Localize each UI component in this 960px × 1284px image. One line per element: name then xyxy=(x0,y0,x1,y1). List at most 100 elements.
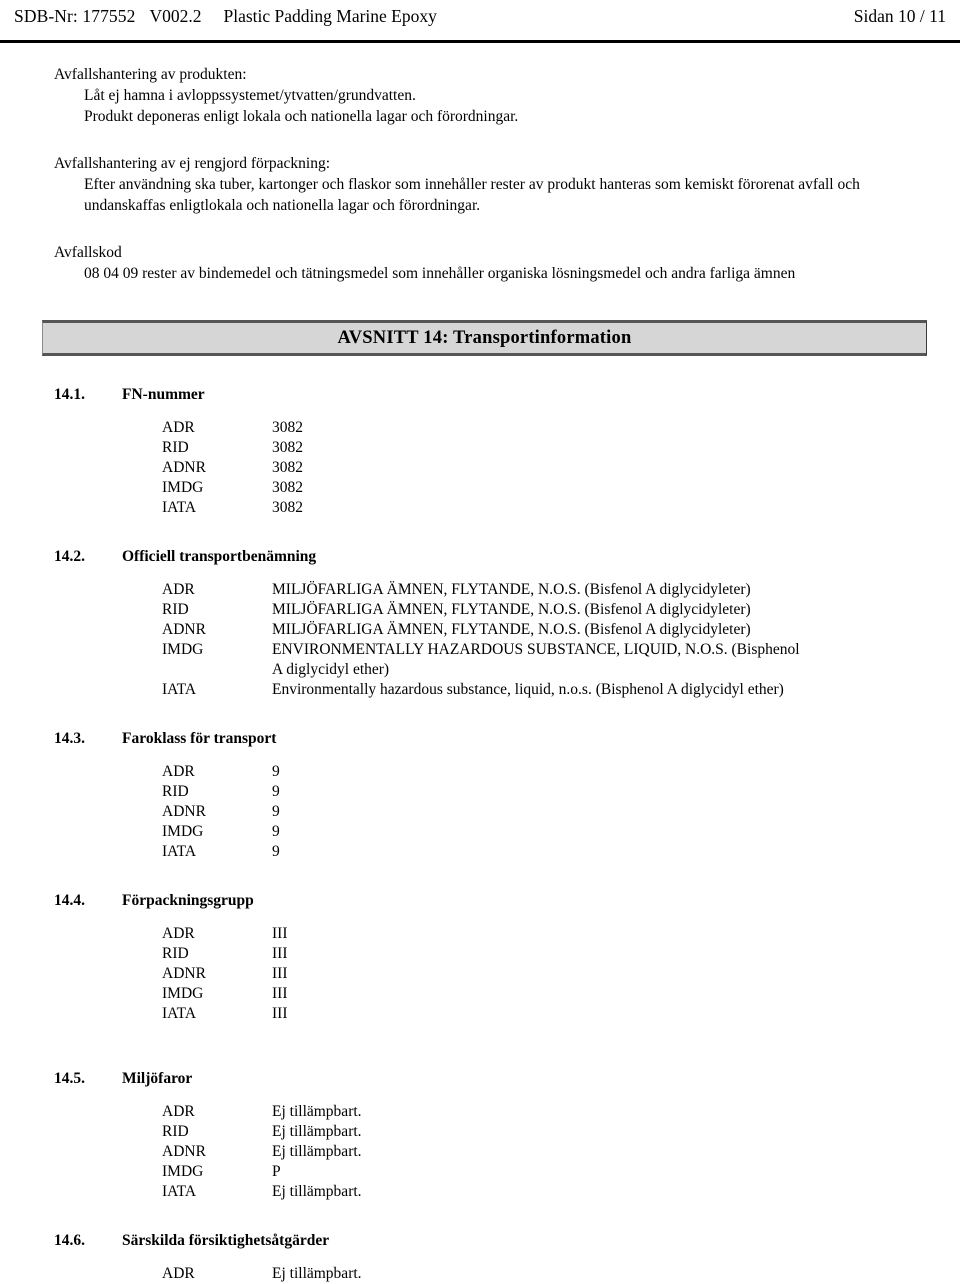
row-key: RID xyxy=(162,601,189,618)
header-divider-rule xyxy=(0,40,960,43)
row-key: ADR xyxy=(162,1265,195,1282)
document-version: V002.2 xyxy=(149,6,202,26)
row-key: IATA xyxy=(162,1183,197,1200)
subsection-14-4-heading: 14.4. Förpackningsgrupp xyxy=(14,892,946,910)
section-14-title: AVSNITT 14: Transportinformation xyxy=(337,327,632,348)
row-value: MILJÖFARLIGA ÄMNEN, FLYTANDE, N.O.S. (Bi… xyxy=(272,581,751,598)
row-key: ADR xyxy=(162,925,195,942)
subsection-14-6-title: Särskilda försiktighetsåtgärder xyxy=(122,1232,330,1249)
table-row: IATA Ej tillämpbart. xyxy=(162,1182,946,1202)
table-row: ADR 9 xyxy=(162,762,946,782)
row-value: III xyxy=(272,925,288,942)
row-key: ADR xyxy=(162,581,195,598)
product-disposal-heading: Avfallshantering av produkten: xyxy=(54,66,247,83)
row-value: 3082 xyxy=(272,419,303,436)
row-value: Ej tillämpbart. xyxy=(272,1103,362,1120)
subsection-14-6-rows: ADR Ej tillämpbart. xyxy=(162,1264,946,1284)
row-key: ADR xyxy=(162,763,195,780)
row-value: 3082 xyxy=(272,479,303,496)
row-key: ADNR xyxy=(162,803,206,820)
row-key: IATA xyxy=(162,843,197,860)
subsection-14-4-title: Förpackningsgrupp xyxy=(122,892,254,909)
table-row: IATA Environmentally hazardous substance… xyxy=(162,680,946,700)
row-value: P xyxy=(272,1163,281,1180)
packaging-disposal-heading: Avfallshantering av ej rengjord förpackn… xyxy=(54,155,331,172)
row-value: III xyxy=(272,1005,288,1022)
document-body: Avfallshantering av produkten: Låt ej ha… xyxy=(0,64,960,1284)
row-key: IATA xyxy=(162,499,197,516)
table-row: RID 3082 xyxy=(162,438,946,458)
row-key: RID xyxy=(162,783,189,800)
table-row: IMDG P xyxy=(162,1162,946,1182)
section-14-banner: AVSNITT 14: Transportinformation xyxy=(42,320,927,356)
row-value: III xyxy=(272,945,288,962)
table-row: IMDG III xyxy=(162,984,946,1004)
row-value: MILJÖFARLIGA ÄMNEN, FLYTANDE, N.O.S. (Bi… xyxy=(272,601,751,618)
table-row: IATA III xyxy=(162,1004,946,1024)
waste-code-heading: Avfallskod xyxy=(54,244,122,261)
page-header: SDB-Nr: 177552 V002.2 Plastic Padding Mari… xyxy=(0,0,960,42)
sdb-number: SDB-Nr: 177552 xyxy=(14,6,136,26)
row-value: 3082 xyxy=(272,499,303,516)
subsection-14-2-title: Officiell transportbenämning xyxy=(122,548,317,565)
row-key: IMDG xyxy=(162,479,204,496)
row-value: 3082 xyxy=(272,459,303,476)
row-key: IATA xyxy=(162,1005,197,1022)
subsection-14-3: 14.3. Faroklass för transport ADR 9 RID … xyxy=(14,730,946,862)
subsection-14-6: 14.6. Särskilda försiktighetsåtgärder AD… xyxy=(14,1232,946,1284)
row-key: ADNR xyxy=(162,459,206,476)
table-row: ADR 3082 xyxy=(162,418,946,438)
subsection-14-2: 14.2. Officiell transportbenämning ADR M… xyxy=(14,548,946,700)
subsection-14-5-rows: ADR Ej tillämpbart. RID Ej tillämpbart. … xyxy=(162,1102,946,1202)
table-row: RID 9 xyxy=(162,782,946,802)
table-row: ADR Ej tillämpbart. xyxy=(162,1102,946,1122)
header-left-text: SDB-Nr: 177552 V002.2 Plastic Padding Mari… xyxy=(14,0,437,27)
subsection-14-3-number: 14.3. xyxy=(54,730,85,747)
subsection-14-1: 14.1. FN-nummer ADR 3082 RID 3082 ADNR 3… xyxy=(14,386,946,518)
row-value: Ej tillämpbart. xyxy=(272,1265,362,1282)
product-disposal-block: Avfallshantering av produkten: Låt ej ha… xyxy=(14,64,946,127)
row-key: ADR xyxy=(162,1103,195,1120)
table-row: IATA 9 xyxy=(162,842,946,862)
table-row: IMDG 3082 xyxy=(162,478,946,498)
table-row: ADR MILJÖFARLIGA ÄMNEN, FLYTANDE, N.O.S.… xyxy=(162,580,946,600)
subsection-14-5-heading: 14.5. Miljöfaror xyxy=(14,1070,946,1088)
subsection-14-5-number: 14.5. xyxy=(54,1070,85,1087)
row-value: 3082 xyxy=(272,439,303,456)
row-value: Ej tillämpbart. xyxy=(272,1123,362,1140)
subsection-14-6-number: 14.6. xyxy=(54,1232,85,1249)
subsection-14-1-number: 14.1. xyxy=(54,386,85,403)
row-value: Ej tillämpbart. xyxy=(272,1143,362,1160)
table-row: ADNR Ej tillämpbart. xyxy=(162,1142,946,1162)
subsection-14-2-heading: 14.2. Officiell transportbenämning xyxy=(14,548,946,566)
row-key: RID xyxy=(162,1123,189,1140)
waste-code-block: Avfallskod 08 04 09 rester av bindemedel… xyxy=(14,242,946,284)
table-row: ADNR MILJÖFARLIGA ÄMNEN, FLYTANDE, N.O.S… xyxy=(162,620,946,640)
subsection-14-3-heading: 14.3. Faroklass för transport xyxy=(14,730,946,748)
row-key: RID xyxy=(162,945,189,962)
row-value: Environmentally hazardous substance, liq… xyxy=(272,681,784,698)
row-value: ENVIRONMENTALLY HAZARDOUS SUBSTANCE, LIQ… xyxy=(272,640,946,680)
table-row: IMDG ENVIRONMENTALLY HAZARDOUS SUBSTANCE… xyxy=(162,640,946,680)
subsection-14-5-title: Miljöfaror xyxy=(122,1070,193,1087)
row-value: MILJÖFARLIGA ÄMNEN, FLYTANDE, N.O.S. (Bi… xyxy=(272,621,751,638)
row-value: III xyxy=(272,965,288,982)
table-row: ADNR 3082 xyxy=(162,458,946,478)
row-value: 9 xyxy=(272,763,280,780)
row-key: ADR xyxy=(162,419,195,436)
row-key: ADNR xyxy=(162,965,206,982)
packaging-disposal-block: Avfallshantering av ej rengjord förpackn… xyxy=(14,153,946,216)
subsection-14-1-rows: ADR 3082 RID 3082 ADNR 3082 IMDG 3082 IA… xyxy=(162,418,946,518)
product-disposal-line-1: Låt ej hamna i avloppssystemet/ytvatten/… xyxy=(84,87,416,104)
table-row: ADNR 9 xyxy=(162,802,946,822)
page-number: Sidan 10 / 11 xyxy=(853,6,946,26)
subsection-14-6-heading: 14.6. Särskilda försiktighetsåtgärder xyxy=(14,1232,946,1250)
table-row: RID MILJÖFARLIGA ÄMNEN, FLYTANDE, N.O.S.… xyxy=(162,600,946,620)
table-row: RID Ej tillämpbart. xyxy=(162,1122,946,1142)
subsection-14-4-number: 14.4. xyxy=(54,892,85,909)
row-key: ADNR xyxy=(162,621,206,638)
row-value-line-1: ENVIRONMENTALLY HAZARDOUS SUBSTANCE, LIQ… xyxy=(272,641,800,658)
row-value: 9 xyxy=(272,823,280,840)
row-key: ADNR xyxy=(162,1143,206,1160)
